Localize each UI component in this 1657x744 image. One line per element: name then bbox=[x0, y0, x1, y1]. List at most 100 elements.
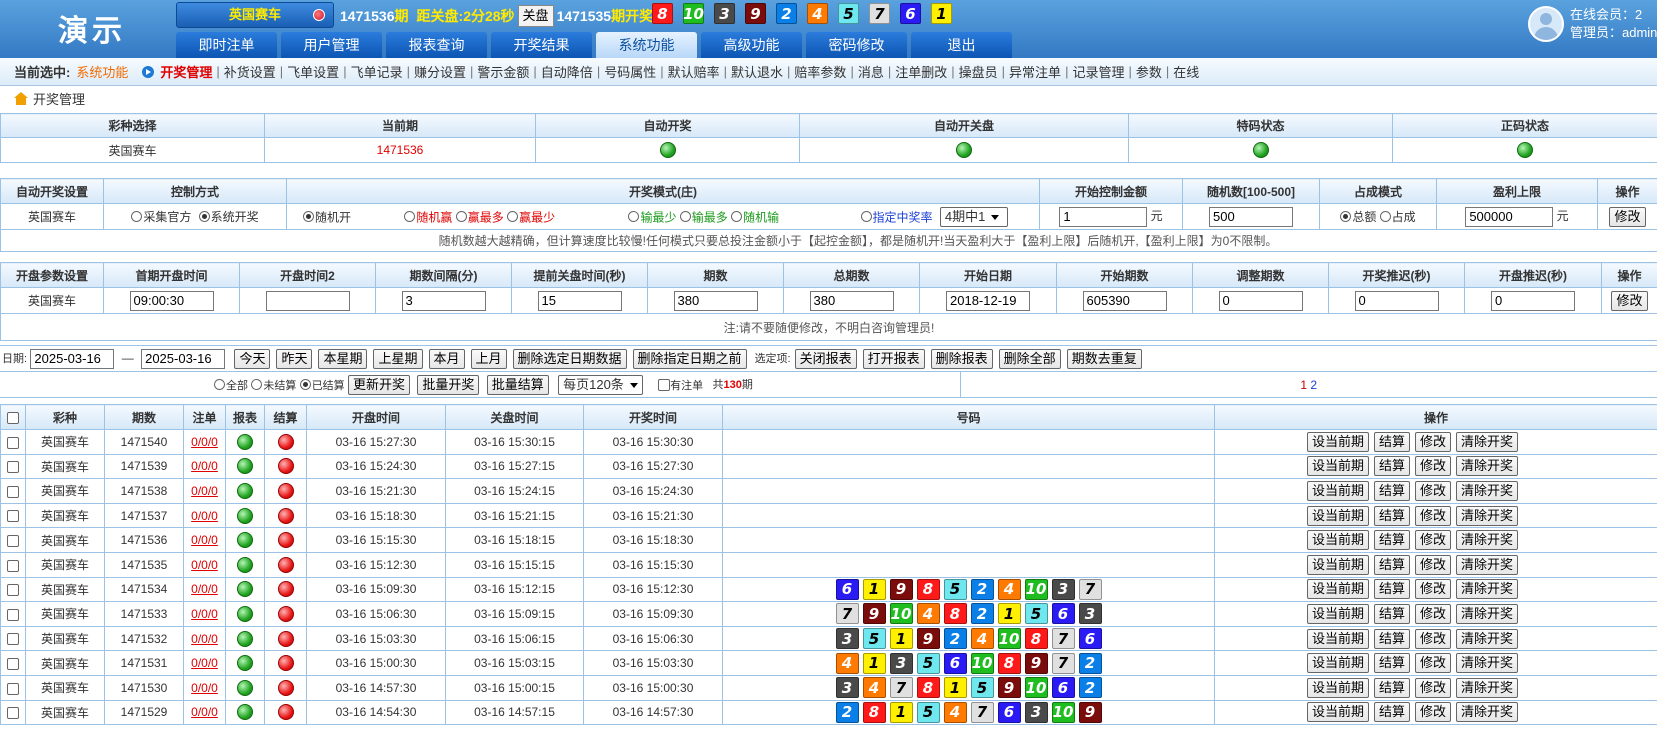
report-status-icon[interactable] bbox=[237, 433, 253, 450]
row-action-button-3[interactable]: 清除开奖 bbox=[1456, 677, 1519, 698]
control-radio-official[interactable] bbox=[131, 211, 143, 222]
subnav-item-9[interactable]: 默认退水 bbox=[731, 62, 783, 81]
batch-settle-button[interactable]: 批量结算 bbox=[486, 374, 549, 395]
param-input-10[interactable] bbox=[1491, 290, 1575, 311]
date-filter-button-5[interactable]: 上月 bbox=[470, 348, 507, 369]
subnav-item-7[interactable]: 号码属性 bbox=[604, 62, 656, 81]
nav-tab-4[interactable]: 系统功能 bbox=[596, 32, 697, 58]
row-checkbox[interactable] bbox=[7, 584, 19, 597]
report-status-icon[interactable] bbox=[237, 556, 253, 573]
subnav-item-8[interactable]: 默认赔率 bbox=[668, 62, 720, 81]
page-link-1[interactable]: 1 bbox=[1300, 378, 1307, 392]
row-action-button-2[interactable]: 修改 bbox=[1415, 677, 1452, 698]
settle-status-icon[interactable] bbox=[277, 458, 294, 475]
row-action-button-3[interactable]: 清除开奖 bbox=[1456, 456, 1519, 477]
param-input-3[interactable] bbox=[537, 290, 622, 311]
settle-status-icon[interactable] bbox=[277, 679, 294, 696]
nav-tab-7[interactable]: 退出 bbox=[911, 32, 1012, 58]
report-status-icon[interactable] bbox=[237, 679, 253, 696]
page-link-2[interactable]: 2 bbox=[1310, 378, 1317, 392]
row-action-button-0[interactable]: 设当前期 bbox=[1307, 579, 1370, 600]
row-action-button-3[interactable]: 清除开奖 bbox=[1456, 579, 1519, 600]
row-action-button-0[interactable]: 设当前期 bbox=[1307, 702, 1370, 723]
row-action-button-1[interactable]: 结算 bbox=[1374, 554, 1411, 575]
report-status-icon[interactable] bbox=[237, 704, 253, 721]
settle-status-icon[interactable] bbox=[277, 482, 294, 499]
row-action-button-3[interactable]: 清除开奖 bbox=[1456, 530, 1519, 551]
settle-status-icon[interactable] bbox=[277, 655, 294, 672]
row-action-button-2[interactable]: 修改 bbox=[1415, 579, 1452, 600]
param-input-5[interactable] bbox=[809, 290, 894, 311]
normal-status-icon[interactable] bbox=[1517, 142, 1533, 158]
special-status-icon[interactable] bbox=[1252, 142, 1269, 158]
subnav-item-1[interactable]: 补货设置 bbox=[224, 62, 276, 81]
row-action-button-1[interactable]: 结算 bbox=[1374, 702, 1411, 723]
row-action-button-0[interactable]: 设当前期 bbox=[1307, 554, 1370, 575]
mode-radio[interactable] bbox=[455, 211, 467, 222]
row-checkbox[interactable] bbox=[7, 461, 19, 474]
report-status-icon[interactable] bbox=[237, 655, 253, 672]
report-status-icon[interactable] bbox=[237, 458, 253, 475]
row-bets-link[interactable]: 0/0/0 bbox=[191, 533, 218, 547]
batch-draw-button[interactable]: 批量开奖 bbox=[417, 374, 480, 395]
row-checkbox[interactable] bbox=[7, 510, 19, 523]
settle-status-icon[interactable] bbox=[277, 532, 294, 549]
nav-tab-2[interactable]: 报表查询 bbox=[386, 32, 487, 58]
report-status-icon[interactable] bbox=[237, 630, 253, 647]
row-checkbox[interactable] bbox=[7, 436, 19, 449]
report-status-icon[interactable] bbox=[237, 482, 253, 499]
settle-status-icon[interactable] bbox=[277, 605, 294, 622]
row-action-button-3[interactable]: 清除开奖 bbox=[1456, 431, 1519, 452]
row-action-button-3[interactable]: 清除开奖 bbox=[1456, 702, 1519, 723]
row-action-button-1[interactable]: 结算 bbox=[1374, 677, 1411, 698]
param-input-9[interactable] bbox=[1354, 290, 1439, 311]
row-action-button-1[interactable]: 结算 bbox=[1374, 505, 1411, 526]
subnav-item-13[interactable]: 操盘员 bbox=[959, 62, 998, 81]
report-status-icon[interactable] bbox=[237, 507, 253, 524]
row-checkbox[interactable] bbox=[7, 707, 19, 720]
date-filter-button-0[interactable]: 今天 bbox=[234, 348, 271, 369]
row-bets-link[interactable]: 0/0/0 bbox=[191, 459, 218, 473]
row-action-button-0[interactable]: 设当前期 bbox=[1307, 677, 1370, 698]
mode-radio[interactable] bbox=[404, 211, 416, 222]
settle-status-icon[interactable] bbox=[277, 556, 294, 573]
row-action-button-0[interactable]: 设当前期 bbox=[1307, 603, 1370, 624]
status-radio-unsettled[interactable] bbox=[251, 379, 263, 390]
auto-open-close-status-icon[interactable] bbox=[956, 142, 972, 158]
subnav-item-4[interactable]: 赚分设置 bbox=[414, 62, 466, 81]
subnav-item-11[interactable]: 消息 bbox=[858, 62, 884, 81]
settle-status-icon[interactable] bbox=[277, 630, 294, 647]
mode-radio[interactable] bbox=[507, 211, 519, 222]
share-radio-total[interactable] bbox=[1340, 211, 1352, 222]
report-status-icon[interactable] bbox=[237, 532, 253, 549]
row-checkbox[interactable] bbox=[7, 535, 19, 547]
row-action-button-1[interactable]: 结算 bbox=[1374, 480, 1411, 501]
param-input-0[interactable] bbox=[129, 290, 214, 311]
date-filter-button-4[interactable]: 本月 bbox=[428, 348, 465, 369]
row-checkbox[interactable] bbox=[7, 682, 19, 695]
row-action-button-2[interactable]: 修改 bbox=[1415, 505, 1452, 526]
auto-edit-button[interactable]: 修改 bbox=[1609, 206, 1646, 227]
random-number-input[interactable] bbox=[1209, 206, 1293, 227]
nav-tab-6[interactable]: 密码修改 bbox=[806, 32, 907, 58]
date-filter-button-1[interactable]: 昨天 bbox=[276, 348, 313, 369]
lottery-select-button[interactable]: 英国赛车 bbox=[176, 2, 334, 28]
row-bets-link[interactable]: 0/0/0 bbox=[191, 607, 218, 621]
option-button-1[interactable]: 打开报表 bbox=[862, 348, 925, 369]
row-action-button-2[interactable]: 修改 bbox=[1415, 431, 1452, 452]
row-action-button-1[interactable]: 结算 bbox=[1374, 456, 1411, 477]
subnav-item-17[interactable]: 在线 bbox=[1173, 62, 1199, 81]
nav-tab-0[interactable]: 即时注单 bbox=[176, 32, 277, 58]
subnav-item-5[interactable]: 警示金额 bbox=[477, 62, 529, 81]
row-action-button-3[interactable]: 清除开奖 bbox=[1456, 480, 1519, 501]
param-input-4[interactable] bbox=[673, 290, 758, 311]
row-bets-link[interactable]: 0/0/0 bbox=[191, 558, 218, 572]
mode-radio[interactable] bbox=[731, 211, 743, 222]
row-action-button-2[interactable]: 修改 bbox=[1415, 702, 1452, 723]
param-input-8[interactable] bbox=[1218, 290, 1303, 311]
subnav-item-6[interactable]: 自动降倍 bbox=[541, 62, 593, 81]
settle-status-icon[interactable] bbox=[277, 507, 294, 524]
row-action-button-2[interactable]: 修改 bbox=[1415, 628, 1452, 649]
current-section[interactable]: 系统功能 bbox=[76, 62, 128, 81]
select-all-checkbox[interactable] bbox=[7, 411, 19, 424]
